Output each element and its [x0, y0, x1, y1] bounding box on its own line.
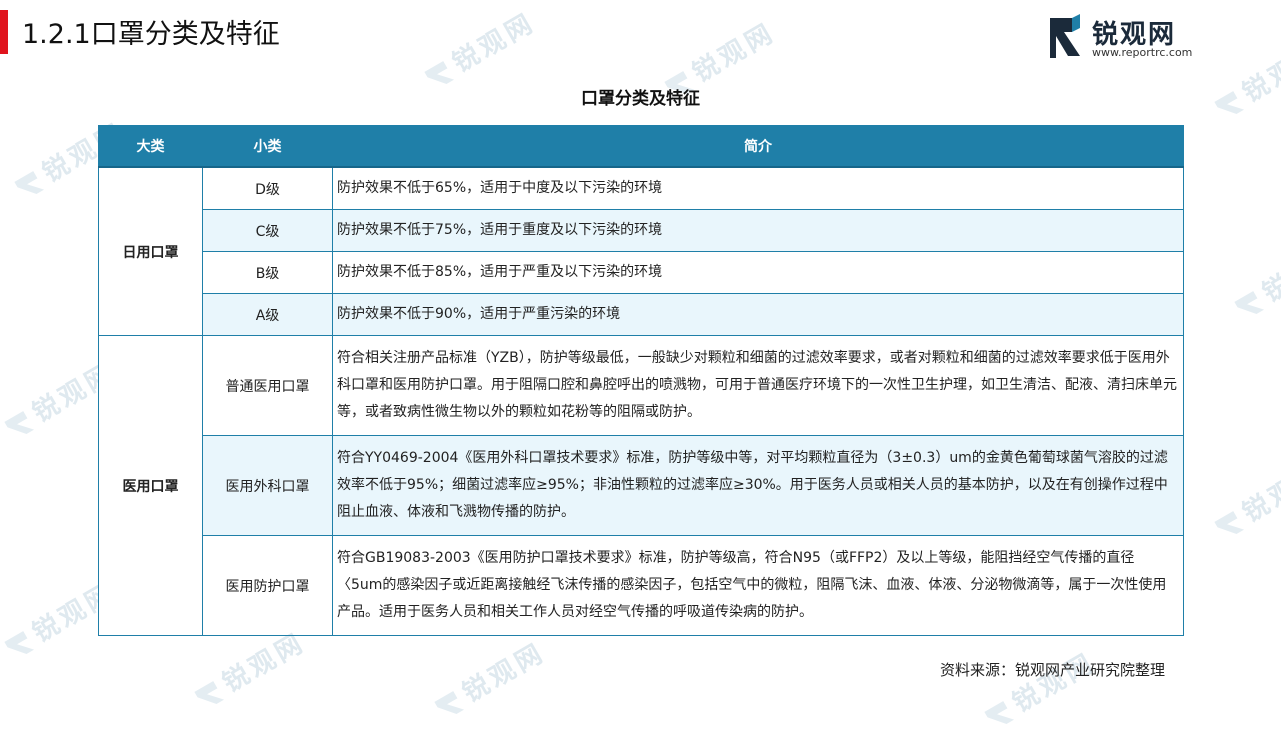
subcategory-cell: 医用外科口罩	[202, 435, 333, 536]
subcategory-cell: A级	[202, 293, 333, 336]
header-category: 大类	[98, 125, 203, 168]
watermark: 锐观网	[1209, 452, 1281, 544]
logo-url: www.reportrc.com	[1092, 46, 1193, 59]
table-header-row: 大类 小类 简介	[98, 125, 1184, 168]
header-subcategory: 小类	[202, 125, 333, 168]
source-note: 资料来源：锐观网产业研究院整理	[940, 661, 1166, 679]
watermark: 锐观网	[979, 642, 1101, 734]
category-cell: 医用口罩	[98, 335, 203, 636]
table-row: C级 防护效果不低于75%，适用于重度及以下污染的环境	[99, 209, 1184, 252]
subcategory-cell: C级	[202, 209, 333, 252]
table-row: 医用口罩 普通医用口罩 符合相关注册产品标准（YZB），防护等级最低，一般缺少对…	[98, 335, 1184, 636]
brand-logo: 锐观网 www.reportrc.com	[1046, 12, 1196, 62]
category-cell: 日用口罩	[98, 166, 203, 336]
description-cell: 防护效果不低于65%，适用于中度及以下污染的环境	[332, 166, 1184, 210]
header-description: 简介	[332, 125, 1184, 168]
page-title: 1.2.1口罩分类及特征	[22, 19, 280, 50]
subcategory-cell: 普通医用口罩	[202, 335, 333, 436]
title-accent-bar	[0, 10, 8, 54]
table-row: B级 防护效果不低于85%，适用于严重及以下污染的环境	[99, 251, 1184, 294]
description-cell: 符合相关注册产品标准（YZB），防护等级最低，一般缺少对颗粒和细菌的过滤效率要求…	[332, 335, 1184, 436]
description-cell: 防护效果不低于90%，适用于严重污染的环境	[332, 293, 1184, 336]
logo-mark-icon	[1050, 14, 1080, 58]
description-cell: 防护效果不低于85%，适用于严重及以下污染的环境	[332, 251, 1184, 294]
watermark: 锐观网	[189, 622, 311, 714]
watermark: 锐观网	[429, 632, 551, 724]
subcategory-cell: 医用防护口罩	[202, 535, 333, 636]
table-row: A级 防护效果不低于90%，适用于严重污染的环境	[99, 293, 1184, 336]
table-row: 日用口罩 D级 防护效果不低于65%，适用于中度及以下污染的环境	[98, 166, 1184, 336]
subcategory-cell: B级	[202, 251, 333, 294]
table-row: 医用防护口罩 符合GB19083-2003《医用防护口罩技术要求》标准，防护等级…	[99, 535, 1184, 636]
watermark: 锐观网	[1229, 232, 1281, 324]
watermark: 锐观网	[1209, 32, 1281, 124]
table-row: 医用外科口罩 符合YY0469-2004《医用外科口罩技术要求》标准，防护等级中…	[99, 435, 1184, 536]
description-cell: 符合GB19083-2003《医用防护口罩技术要求》标准，防护等级高，符合N95…	[332, 535, 1184, 636]
subcategory-cell: D级	[202, 166, 333, 210]
description-cell: 防护效果不低于75%，适用于重度及以下污染的环境	[332, 209, 1184, 252]
watermark: 锐观网	[419, 2, 541, 94]
mask-classification-table: 大类 小类 简介 日用口罩 D级 防护效果不低于65%，适用于中度及以下污染的环…	[98, 125, 1184, 636]
description-cell: 符合YY0469-2004《医用外科口罩技术要求》标准，防护等级中等，对平均颗粒…	[332, 435, 1184, 536]
table-title: 口罩分类及特征	[581, 89, 700, 109]
